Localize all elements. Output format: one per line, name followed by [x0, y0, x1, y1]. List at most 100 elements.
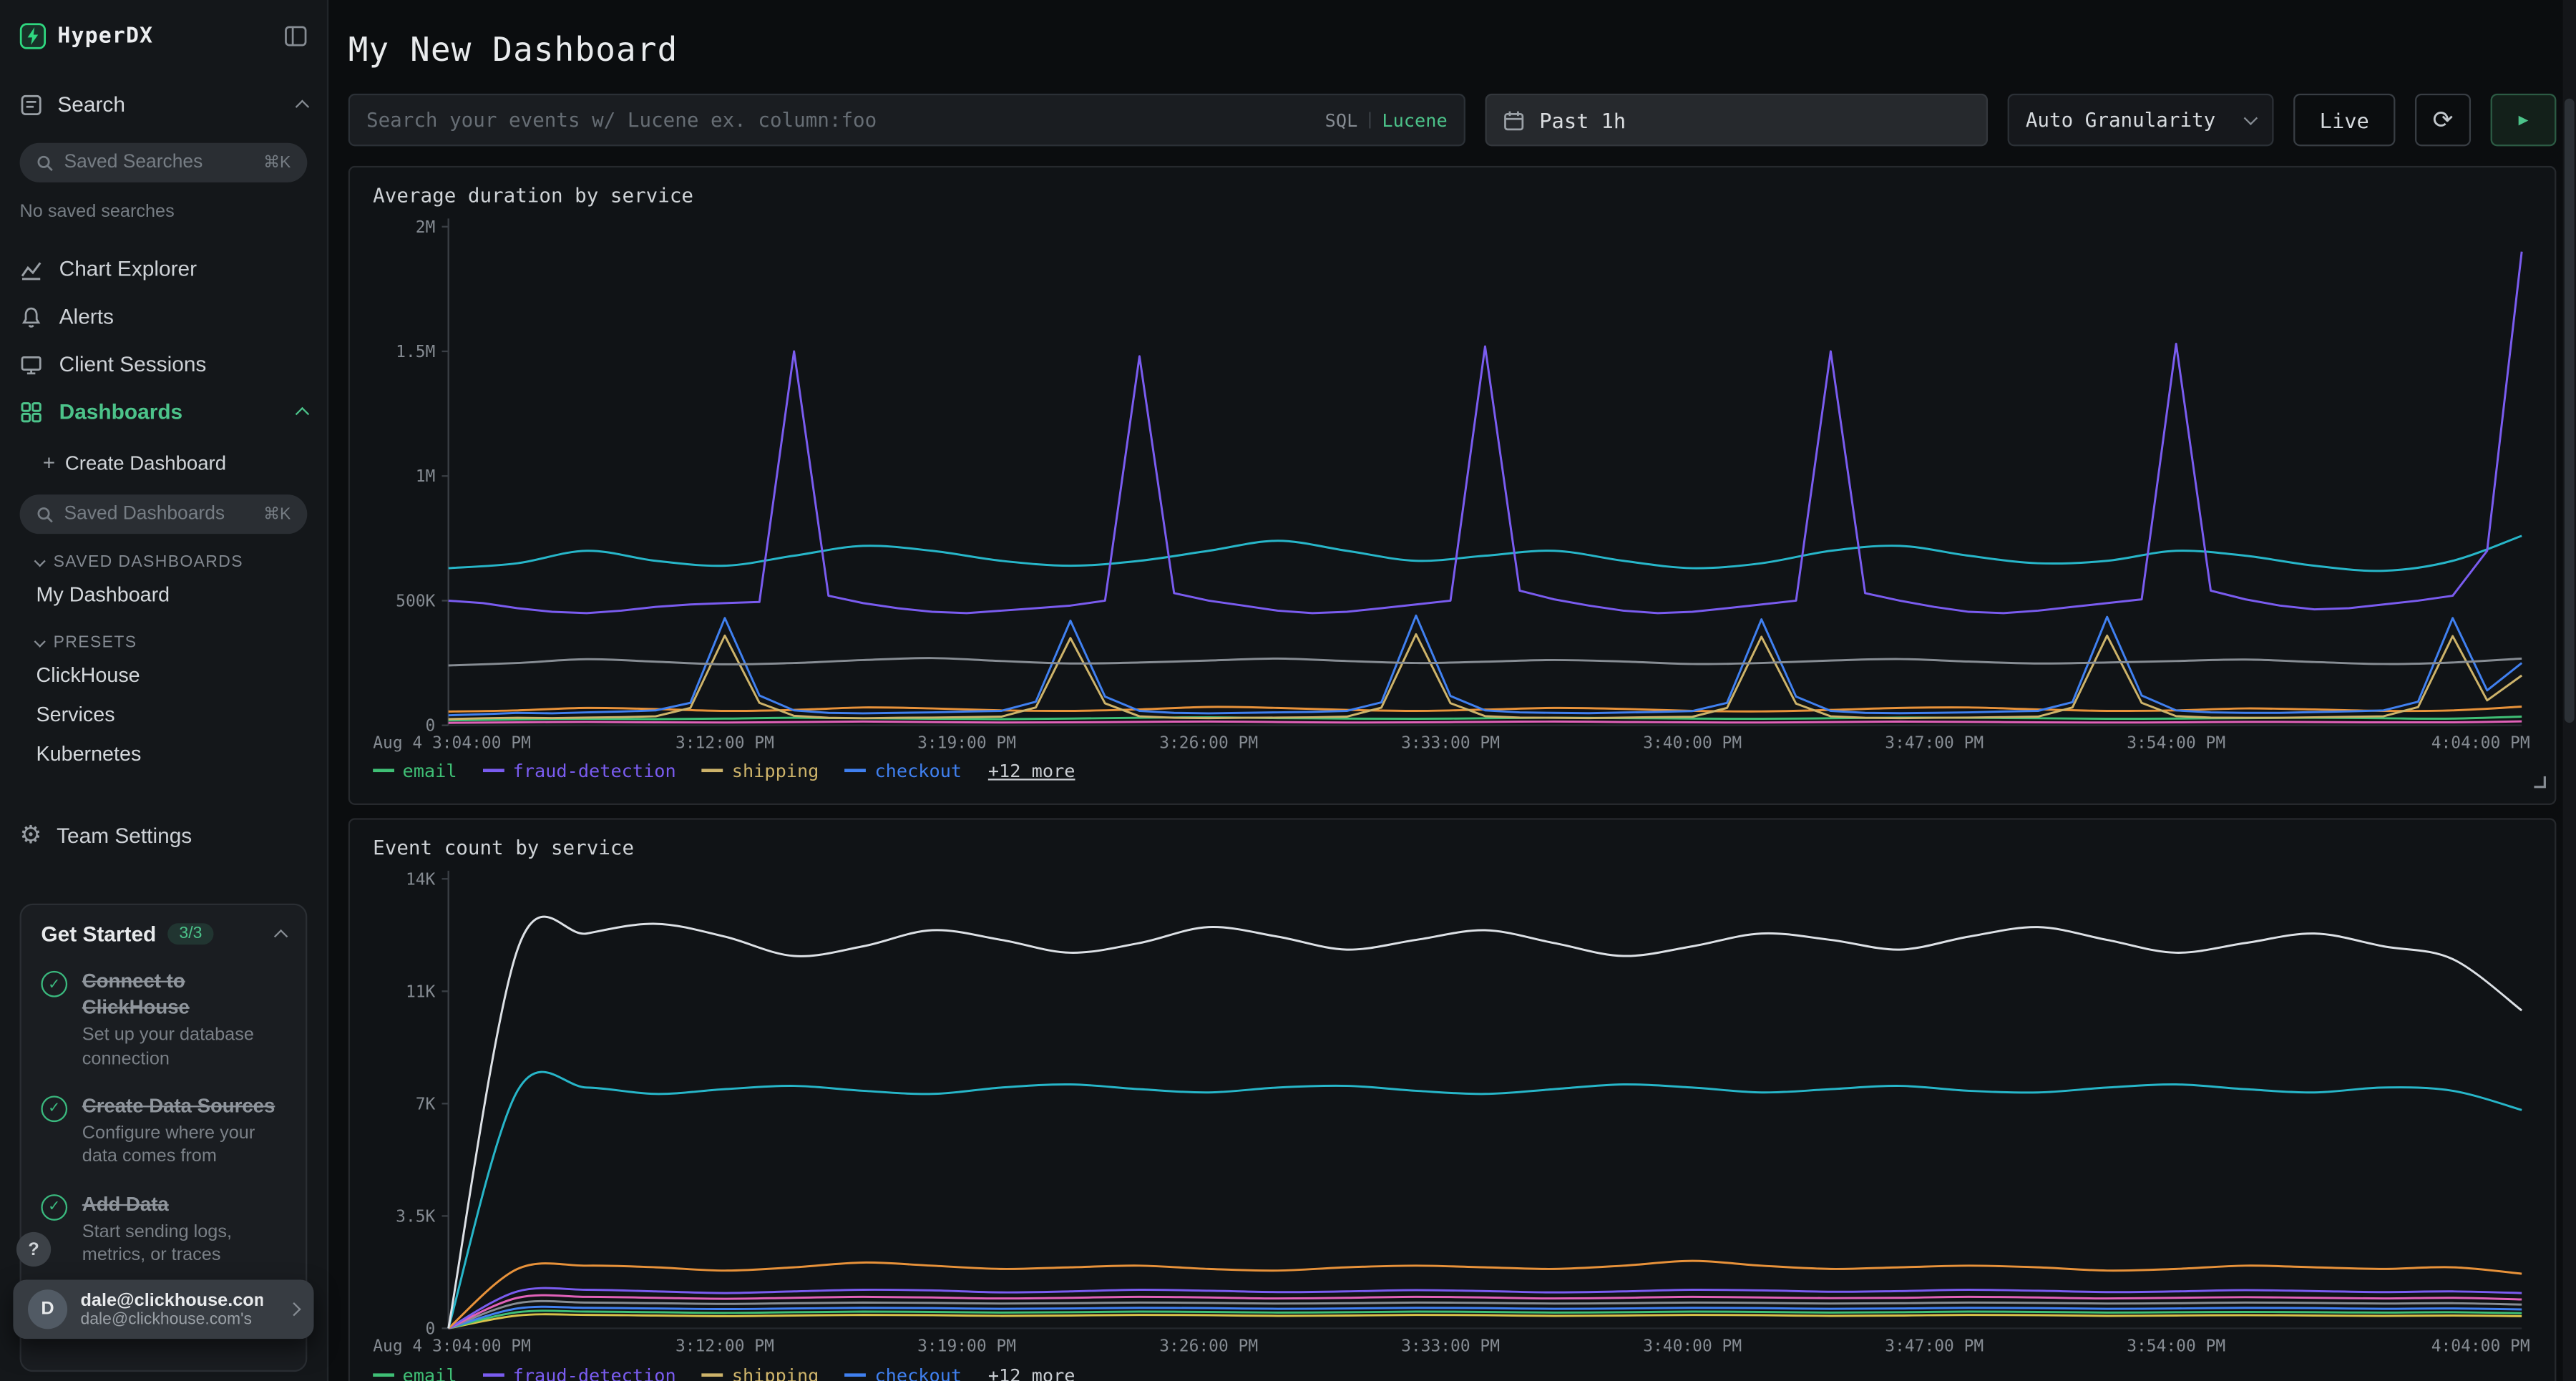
- svg-text:3:47:00 PM: 3:47:00 PM: [1885, 734, 1984, 753]
- checklist-desc: Configure where your data comes from: [82, 1122, 286, 1169]
- svg-text:3.5K: 3.5K: [396, 1208, 435, 1226]
- svg-text:Aug 4 3:04:00 PM: Aug 4 3:04:00 PM: [373, 734, 531, 753]
- plus-icon: +: [43, 450, 55, 474]
- sidebar-item-dashboards[interactable]: Dashboards: [0, 388, 327, 436]
- svg-text:Aug 4 3:04:00 PM: Aug 4 3:04:00 PM: [373, 1338, 531, 1357]
- svg-text:7K: 7K: [416, 1095, 436, 1114]
- presets-header-label: PRESETS: [54, 634, 137, 652]
- legend-swatch: [845, 1373, 867, 1377]
- legend-item-shipping[interactable]: shipping: [702, 1365, 819, 1381]
- chart-legend: email fraud-detection shipping checkout +12 …: [373, 758, 2532, 785]
- series-gray: [449, 658, 2522, 665]
- chevron-up-icon[interactable]: [274, 929, 288, 943]
- help-button[interactable]: ?: [16, 1232, 51, 1267]
- checklist-item-connect[interactable]: ✓ Connect to ClickHouse Set up your data…: [41, 967, 286, 1071]
- legend-item-fraud-detection[interactable]: fraud-detection: [483, 761, 675, 782]
- search-icon: [36, 154, 54, 172]
- chart-explorer-icon: [20, 257, 43, 280]
- calendar-icon: [1503, 109, 1525, 131]
- scrollbar-track[interactable]: [2563, 0, 2576, 1381]
- sidebar-item-team-settings[interactable]: ⚙ Team Settings: [0, 810, 327, 861]
- dashboards-grid-icon: [20, 400, 43, 423]
- legend-item-checkout[interactable]: checkout: [845, 1365, 962, 1381]
- checklist-desc: Start sending logs, metrics, or traces: [82, 1221, 286, 1268]
- run-query-button[interactable]: ▶: [2491, 94, 2557, 146]
- collapse-sidebar-icon[interactable]: [284, 24, 307, 47]
- svg-text:3:54:00 PM: 3:54:00 PM: [2127, 1338, 2225, 1357]
- brand-name: HyperDX: [57, 24, 153, 48]
- bell-icon: [20, 305, 43, 328]
- language-toggle-sql[interactable]: SQL: [1325, 109, 1358, 131]
- event-count-chart[interactable]: 03.5K7K11K14KAug 4 3:04:00 PM3:12:00 PM3…: [373, 867, 2532, 1359]
- legend-swatch: [702, 1373, 723, 1377]
- series-green: [449, 1312, 2522, 1329]
- create-dashboard-button[interactable]: + Create Dashboard: [0, 435, 327, 481]
- user-menu[interactable]: D dale@clickhouse.com dale@clickhouse.co…: [13, 1280, 313, 1339]
- no-saved-searches-text: No saved searches: [20, 202, 308, 222]
- sidebar-item-search[interactable]: Search: [0, 66, 327, 130]
- user-email: dale@clickhouse.com: [80, 1290, 263, 1310]
- chevron-right-icon: [288, 1302, 301, 1316]
- svg-text:3:19:00 PM: 3:19:00 PM: [917, 1338, 1016, 1357]
- refresh-button[interactable]: ⟳: [2415, 94, 2471, 146]
- resize-handle-icon[interactable]: [2532, 768, 2547, 797]
- saved-dashboards-header-label: SAVED DASHBOARDS: [54, 554, 243, 572]
- language-toggle-lucene[interactable]: Lucene: [1382, 109, 1447, 131]
- sidebar-item-client-sessions[interactable]: Client Sessions: [0, 340, 327, 388]
- sidebar: HyperDX Search Saved Searches ⌘K: [0, 0, 328, 1381]
- granularity-select[interactable]: Auto Granularity: [2008, 94, 2274, 146]
- sidebar-item-my-dashboard[interactable]: My Dashboard: [0, 575, 327, 615]
- sidebar-item-alerts[interactable]: Alerts: [0, 293, 327, 341]
- svg-text:3:19:00 PM: 3:19:00 PM: [917, 734, 1016, 753]
- svg-text:1.5M: 1.5M: [396, 343, 435, 361]
- hyperdx-logo-icon: [20, 23, 47, 49]
- svg-text:3:40:00 PM: 3:40:00 PM: [1643, 734, 1742, 753]
- svg-text:3:33:00 PM: 3:33:00 PM: [1401, 1338, 1500, 1357]
- legend-item-email[interactable]: email: [373, 1365, 457, 1381]
- event-search-input[interactable]: [366, 109, 1315, 132]
- logo-row: HyperDX: [0, 0, 327, 66]
- saved-searches-input[interactable]: Saved Searches ⌘K: [20, 143, 308, 182]
- checklist-item-add-data[interactable]: ✓ Add Data Start sending logs, metrics, …: [41, 1191, 286, 1267]
- checklist-title: Connect to ClickHouse: [82, 967, 286, 1020]
- search-section-icon: [20, 93, 43, 116]
- checklist-title: Create Data Sources: [82, 1093, 286, 1119]
- sidebar-item-kubernetes[interactable]: Kubernetes: [0, 734, 327, 774]
- legend-more-link[interactable]: +12 more: [988, 1365, 1075, 1381]
- chart-panel-avg-duration: Average duration by service 0500K1M1.5M2…: [348, 166, 2557, 806]
- saved-dashboards-input[interactable]: Saved Dashboards ⌘K: [20, 494, 308, 534]
- scrollbar-thumb[interactable]: [2565, 99, 2575, 723]
- saved-dashboards-header[interactable]: SAVED DASHBOARDS: [0, 534, 327, 575]
- legend-item-checkout[interactable]: checkout: [845, 761, 962, 782]
- presets-header[interactable]: PRESETS: [0, 615, 327, 655]
- legend-item-email[interactable]: email: [373, 761, 457, 782]
- legend-more-link[interactable]: +12 more: [988, 761, 1075, 782]
- get-started-title: Get Started: [41, 922, 156, 946]
- avg-duration-chart[interactable]: 0500K1M1.5M2MAug 4 3:04:00 PM3:12:00 PM3…: [373, 213, 2532, 754]
- chevron-up-icon[interactable]: [296, 407, 309, 421]
- sidebar-item-clickhouse[interactable]: ClickHouse: [0, 655, 327, 695]
- chart-title: Average duration by service: [373, 184, 2532, 213]
- series-teal: [449, 536, 2522, 571]
- series-blue: [449, 1307, 2522, 1329]
- search-section-label: Search: [57, 92, 125, 117]
- time-range-picker[interactable]: Past 1h: [1485, 94, 1988, 146]
- nav-label: Client Sessions: [59, 351, 207, 376]
- chevron-down-icon: [34, 556, 45, 567]
- sidebar-item-chart-explorer[interactable]: Chart Explorer: [0, 245, 327, 293]
- checklist-item-sources[interactable]: ✓ Create Data Sources Configure where yo…: [41, 1093, 286, 1169]
- legend-item-shipping[interactable]: shipping: [702, 761, 819, 782]
- saved-dashboards-placeholder: Saved Dashboards: [64, 504, 225, 524]
- chevron-up-icon[interactable]: [296, 99, 309, 113]
- check-circle-icon: ✓: [41, 971, 67, 997]
- legend-item-fraud-detection[interactable]: fraud-detection: [483, 1365, 675, 1381]
- svg-text:0: 0: [426, 717, 436, 736]
- avatar: D: [28, 1289, 67, 1329]
- time-range-value: Past 1h: [1539, 107, 1626, 132]
- nav-label: Chart Explorer: [59, 256, 197, 280]
- live-button[interactable]: Live: [2293, 94, 2395, 146]
- svg-text:1M: 1M: [416, 467, 436, 486]
- monitor-icon: [20, 352, 43, 375]
- series-fraud-detection: [449, 252, 2522, 613]
- sidebar-item-services[interactable]: Services: [0, 695, 327, 734]
